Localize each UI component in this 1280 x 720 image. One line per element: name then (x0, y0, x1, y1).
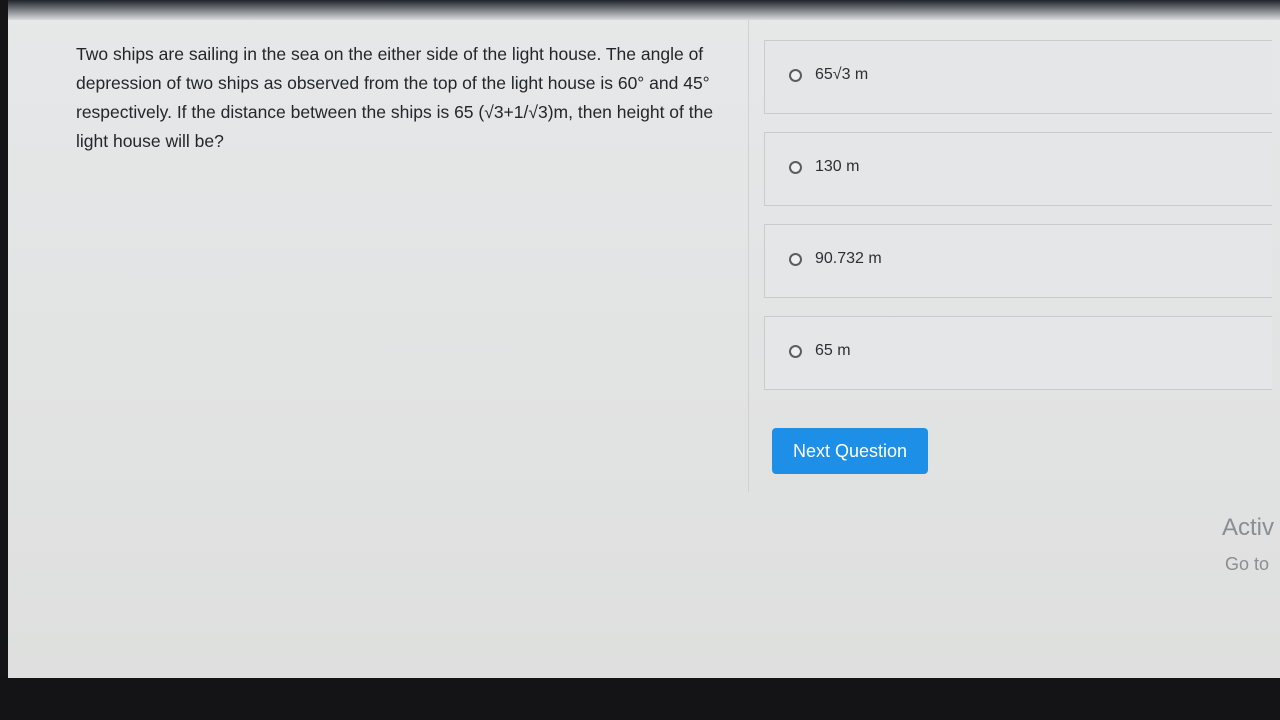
option-label: 65 m (815, 342, 851, 359)
radio-icon[interactable] (789, 161, 802, 174)
radio-icon[interactable] (789, 69, 802, 82)
option-1[interactable]: 65√3 m (764, 40, 1272, 114)
option-label: 65√3 m (815, 66, 869, 83)
option-label: 90.732 m (815, 250, 882, 267)
question-panel: Two ships are sailing in the sea on the … (8, 20, 749, 492)
activation-watermark-title: Activ (1222, 514, 1275, 541)
question-text: Two ships are sailing in the sea on the … (76, 44, 714, 151)
activation-watermark-subtitle: Go to (1225, 554, 1270, 574)
option-label: 130 m (815, 158, 860, 175)
screen-bezel (0, 678, 1280, 720)
option-3[interactable]: 90.732 m (764, 224, 1272, 298)
radio-icon[interactable] (789, 253, 802, 266)
option-4[interactable]: 65 m (764, 316, 1272, 390)
answer-options: 65√3 m 130 m 90.732 m 65 m (764, 40, 1272, 408)
option-2[interactable]: 130 m (764, 132, 1272, 206)
top-edge (8, 0, 1280, 20)
next-question-button[interactable]: Next Question (772, 428, 928, 474)
radio-icon[interactable] (789, 345, 802, 358)
screen: Two ships are sailing in the sea on the … (0, 0, 1280, 720)
